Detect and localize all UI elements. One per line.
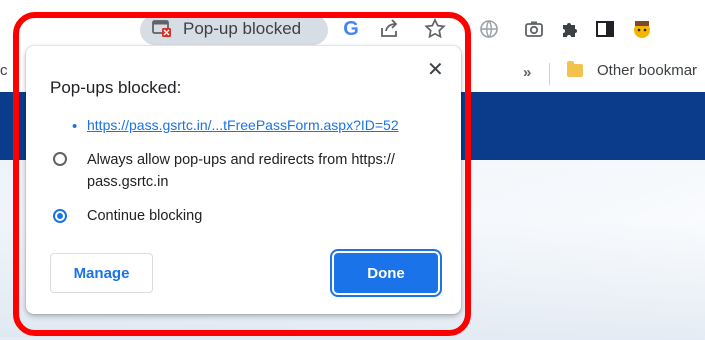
- bookmarks-overflow-chevron[interactable]: »: [523, 64, 531, 81]
- bookmarks-divider: [549, 63, 550, 85]
- red-highlight-frame: [13, 12, 471, 336]
- camera-icon[interactable]: [522, 17, 546, 41]
- folder-icon: [567, 61, 583, 77]
- puzzle-icon[interactable]: [558, 17, 582, 41]
- bookmark-stub: c: [0, 62, 8, 79]
- profile-icon[interactable]: [630, 17, 654, 41]
- sidebar-icon[interactable]: [593, 17, 617, 41]
- other-bookmarks-link[interactable]: Other bookmar: [597, 62, 697, 79]
- globe-icon[interactable]: [477, 17, 501, 41]
